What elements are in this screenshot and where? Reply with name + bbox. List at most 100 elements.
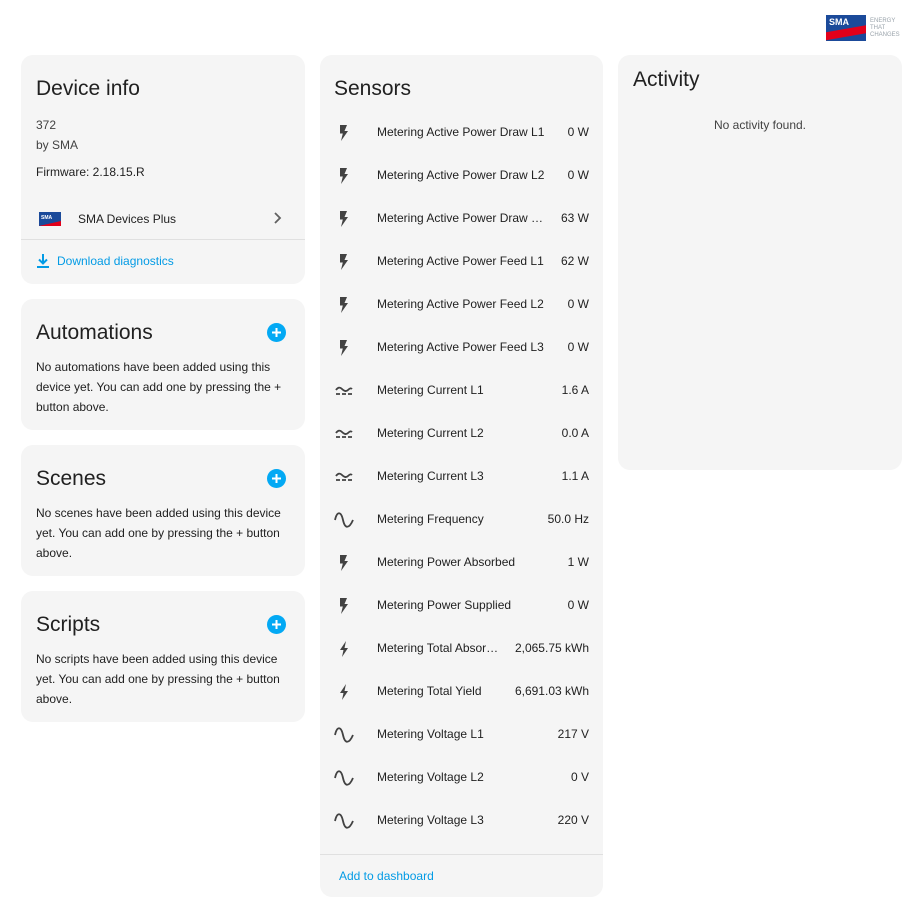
sensor-row[interactable]: Metering Frequency 50.0 Hz [320, 498, 603, 541]
sensor-row[interactable]: Metering Active Power Draw L2 0 W [320, 154, 603, 197]
sensor-row[interactable]: Metering Active Power Draw … 63 W [320, 197, 603, 240]
tagline-line-1: ENERGY [870, 17, 896, 24]
sensor-row[interactable]: Metering Active Power Feed L3 0 W [320, 326, 603, 369]
sensor-value: 6,691.03 kWh [514, 684, 589, 698]
sensor-row[interactable]: Metering Current L3 1.1 A [320, 455, 603, 498]
scripts-empty-text: No scripts have been added using this de… [36, 652, 280, 706]
sensor-value: 2,065.75 kWh [514, 641, 589, 655]
scenes-empty-text: No scenes have been added using this dev… [36, 506, 281, 560]
plus-icon [272, 620, 281, 629]
sensor-row[interactable]: Metering Voltage L1 217 V [320, 713, 603, 756]
flash-icon [334, 596, 354, 616]
device-info-card: Device info 372 by SMA Firmware: 2.18.15… [21, 55, 305, 284]
sensor-value: 0 W [567, 125, 589, 139]
sensor-value: 217 V [557, 727, 589, 741]
device-manufacturer: by SMA [36, 138, 79, 152]
automations-card: Automations No automations have been add… [21, 299, 305, 430]
sensor-name: Metering Current L3 [377, 469, 484, 483]
sensor-row[interactable]: Metering Total Yield 6,691.03 kWh [320, 670, 603, 713]
sensor-name: Metering Active Power Feed L3 [377, 340, 544, 354]
device-firmware: Firmware: 2.18.15.R [36, 165, 145, 179]
sensors-title: Sensors [334, 77, 412, 100]
sine-wave-icon [334, 811, 354, 831]
sensor-row[interactable]: Metering Active Power Feed L2 0 W [320, 283, 603, 326]
scripts-title: Scripts [36, 613, 101, 636]
download-icon [35, 253, 51, 269]
sensor-value: 1 W [567, 555, 589, 569]
tagline-line-3: CHANGES [870, 31, 900, 38]
sine-wave-icon [334, 510, 354, 530]
integration-link[interactable]: SMA SMA Devices Plus [21, 198, 305, 240]
sma-integration-icon: SMA [39, 212, 61, 226]
sensor-value: 0.0 A [561, 426, 589, 440]
sensor-row[interactable]: Metering Active Power Feed L1 62 W [320, 240, 603, 283]
activity-title: Activity [633, 68, 700, 91]
add-to-dashboard-button[interactable]: Add to dashboard [339, 869, 434, 883]
sensor-value: 0 W [567, 168, 589, 182]
sma-logo-icon: SMA [826, 15, 866, 41]
add-scene-button[interactable] [267, 469, 286, 488]
sensor-name: Metering Voltage L3 [377, 813, 484, 827]
sensor-row[interactable]: Metering Power Supplied 0 W [320, 584, 603, 627]
sensor-name: Metering Active Power Feed L2 [377, 297, 544, 311]
automations-title: Automations [36, 321, 153, 344]
sensors-footer: Add to dashboard [320, 854, 603, 897]
svg-text:SMA: SMA [41, 215, 53, 221]
sine-wave-icon [334, 725, 354, 745]
sensor-row[interactable]: Metering Voltage L2 0 V [320, 756, 603, 799]
sensor-name: Metering Power Absorbed [377, 555, 516, 569]
scripts-card: Scripts No scripts have been added using… [21, 591, 305, 722]
sensor-value: 50.0 Hz [547, 512, 589, 526]
sensor-value: 0 V [570, 770, 589, 784]
add-script-button[interactable] [267, 615, 286, 634]
sensor-value: 220 V [557, 813, 589, 827]
current-ac-icon [334, 424, 354, 444]
sensor-name: Metering Active Power Draw … [377, 211, 544, 225]
sensor-row[interactable]: Metering Current L2 0.0 A [320, 412, 603, 455]
sensor-name: Metering Current L1 [377, 383, 484, 397]
sensor-value: 0 W [567, 297, 589, 311]
current-ac-icon [334, 467, 354, 487]
sensor-row[interactable]: Metering Active Power Draw L1 0 W [320, 111, 603, 154]
sensor-value: 1.1 A [561, 469, 589, 483]
sensor-name: Metering Frequency [377, 512, 484, 526]
download-diagnostics-button[interactable]: Download diagnostics [35, 253, 174, 269]
add-automation-button[interactable] [267, 323, 286, 342]
sensor-name: Metering Active Power Draw L1 [377, 125, 545, 139]
integration-label: SMA Devices Plus [78, 212, 177, 226]
logo-text: SMA [829, 17, 849, 27]
automations-empty-text: No automations have been added using thi… [36, 360, 282, 414]
device-model: 372 [36, 118, 57, 132]
sensor-name: Metering Voltage L1 [377, 727, 484, 741]
device-info-title: Device info [36, 77, 140, 100]
sensor-name: Metering Power Supplied [377, 598, 512, 612]
logo-tagline: ENERGY THAT CHANGES [870, 18, 900, 39]
sensor-name: Metering Active Power Feed L1 [377, 254, 544, 268]
sensor-list: Metering Active Power Draw L1 0 W Metering… [320, 111, 603, 842]
flash-icon [334, 553, 354, 573]
sensors-card: Sensors Metering Active Power Draw L1 0 W… [320, 55, 603, 897]
activity-empty-text: No activity found. [713, 118, 807, 132]
plus-icon [272, 474, 281, 483]
sensor-row[interactable]: Metering Total Absor… 2,065.75 kWh [320, 627, 603, 670]
chevron-right-icon [269, 210, 285, 226]
flash-icon [334, 252, 354, 272]
sensor-name: Metering Active Power Draw L2 [377, 168, 545, 182]
sensor-value: 62 W [560, 254, 589, 268]
scenes-title: Scenes [36, 467, 107, 490]
brand-logo: SMA ENERGY THAT CHANGES [826, 14, 904, 42]
plus-icon [272, 328, 281, 337]
sensor-name: Metering Total Yield [377, 684, 482, 698]
download-diagnostics-label: Download diagnostics [57, 254, 174, 268]
flash-icon [334, 338, 354, 358]
sensor-name: Metering Voltage L2 [377, 770, 484, 784]
sensor-name: Metering Total Absor… [377, 641, 499, 655]
activity-card: Activity No activity found. [618, 55, 902, 470]
sensor-value: 0 W [567, 598, 589, 612]
sensor-name: Metering Current L2 [377, 426, 484, 440]
lightning-bolt-icon [334, 639, 354, 659]
sensor-value: 1.6 A [561, 383, 589, 397]
sensor-row[interactable]: Metering Current L1 1.6 A [320, 369, 603, 412]
sensor-row[interactable]: Metering Voltage L3 220 V [320, 799, 603, 842]
sensor-row[interactable]: Metering Power Absorbed 1 W [320, 541, 603, 584]
